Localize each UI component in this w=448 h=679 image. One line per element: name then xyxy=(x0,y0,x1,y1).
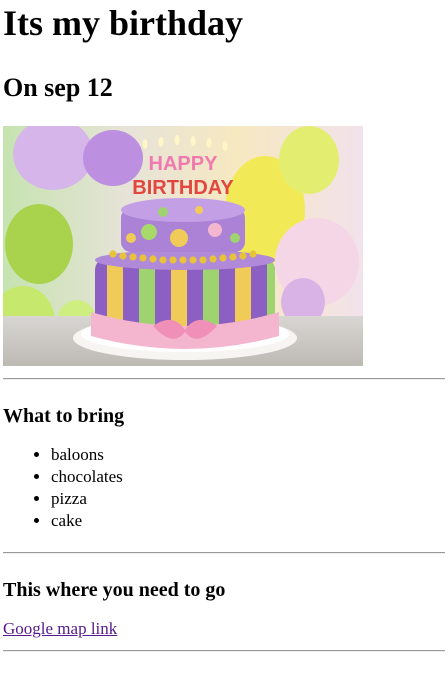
divider xyxy=(3,650,445,652)
candle-letters-birthday: BIRTHDAY xyxy=(132,177,234,199)
candle-letters-happy: HAPPY xyxy=(149,153,219,175)
google-map-link[interactable]: Google map link xyxy=(3,618,117,640)
location-heading: This where you need to go xyxy=(3,579,226,601)
list-item: baloons xyxy=(51,444,445,466)
divider xyxy=(3,378,445,380)
page: Its my birthday On sep 12 HAPPY BIRTHDAY… xyxy=(0,0,448,652)
list-item: chocolates xyxy=(51,466,445,488)
list-item: pizza xyxy=(51,488,445,510)
list-item: cake xyxy=(51,510,445,532)
birthday-cake-image: HAPPY BIRTHDAY xyxy=(3,126,363,366)
page-title: Its my birthday xyxy=(3,3,244,43)
divider xyxy=(3,552,445,554)
bring-heading: What to bring xyxy=(3,405,125,427)
bring-list: baloons chocolates pizza cake xyxy=(3,444,445,532)
date-heading: On sep 12 xyxy=(3,73,113,102)
